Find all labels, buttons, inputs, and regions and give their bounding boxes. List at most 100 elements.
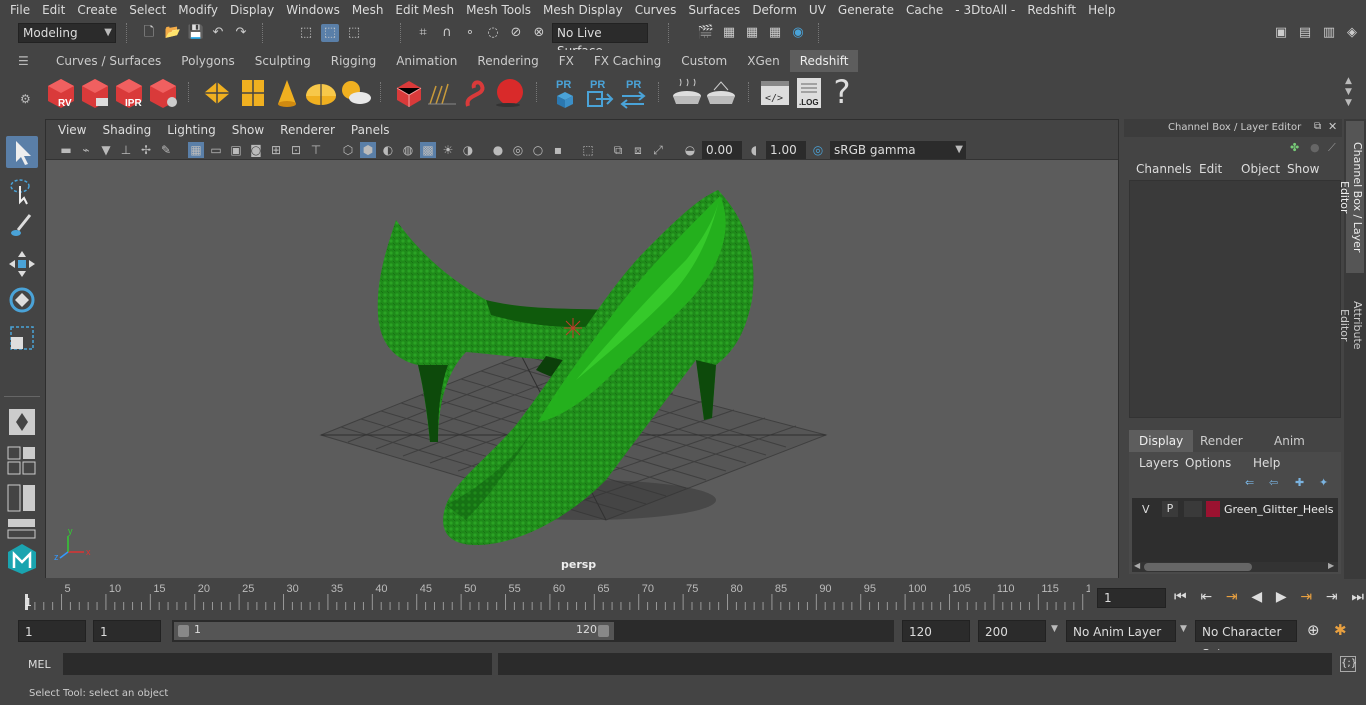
layers-menu[interactable]: Layers [1139, 456, 1179, 470]
chevron-down-icon[interactable]: ▼ [1051, 624, 1058, 634]
redo-icon[interactable]: ↷ [232, 24, 250, 42]
menu-edit[interactable]: Edit [36, 0, 71, 20]
help-menu[interactable]: Help [1253, 456, 1280, 470]
isolate-select-icon[interactable]: ⬚ [580, 142, 596, 158]
options-menu[interactable]: Options [1185, 456, 1231, 470]
render-frame-icon[interactable]: ▦ [720, 24, 738, 42]
character-set-dropdown[interactable]: No Character Set [1195, 620, 1297, 661]
redshift-portal-light-icon[interactable] [236, 76, 270, 110]
layer-scrollbar[interactable]: ◀ ▶ [1132, 561, 1338, 572]
soft-select-tool[interactable] [6, 406, 38, 438]
float-panel-icon[interactable]: ⧉ [1314, 121, 1321, 132]
redshift-ipr-icon[interactable]: IPR [112, 76, 146, 110]
film-gate-icon[interactable]: ▭ [208, 142, 224, 158]
shelf-tab-custom[interactable]: Custom [671, 50, 738, 72]
redshift-physical-light-icon[interactable] [270, 76, 304, 110]
wireframe-icon[interactable]: ⬡ [340, 142, 356, 158]
select-tool[interactable] [6, 136, 38, 168]
wireframe-on-shaded-icon[interactable]: ◍ [400, 142, 416, 158]
channel-box-sync-icon[interactable]: ● [1310, 141, 1320, 154]
tab-attribute-editor[interactable]: Attribute Editor [1338, 279, 1364, 371]
menu-windows[interactable]: Windows [280, 0, 346, 20]
shelf-tab-xgen[interactable]: XGen [737, 50, 790, 72]
redshift-pr-mesh-icon[interactable]: PR [548, 76, 582, 110]
hypershade-icon[interactable]: ◉ [789, 24, 807, 42]
move-tool[interactable] [6, 248, 38, 280]
redshift-render-sequence-icon[interactable] [78, 76, 112, 110]
image-plane-icon[interactable]: ⊥ [118, 142, 134, 158]
shelf-tab-rigging[interactable]: Rigging [320, 50, 387, 72]
menu-cache[interactable]: Cache [900, 0, 949, 20]
redshift-bake-icon[interactable] [670, 76, 704, 110]
menu-mesh-display[interactable]: Mesh Display [537, 0, 629, 20]
shelf-tab-rendering[interactable]: Rendering [467, 50, 549, 72]
redshift-script-icon[interactable]: </> [758, 76, 792, 110]
viewport-menu-renderer[interactable]: Renderer [272, 123, 343, 137]
redshift-pr-export-icon[interactable]: PR [582, 76, 616, 110]
gamma-icon[interactable]: ◖ [746, 142, 762, 158]
redshift-dome-light-icon[interactable] [304, 76, 338, 110]
tab-render[interactable]: Render [1190, 430, 1253, 452]
step-forward-frame-icon[interactable]: ⇥ [1300, 589, 1312, 605]
xray-active-components-icon[interactable]: ⤢ [650, 142, 666, 158]
redshift-area-light-icon[interactable] [200, 76, 234, 110]
auto-key-icon[interactable]: ⊕ [1307, 621, 1320, 639]
exposure-field[interactable]: 0.00 [702, 141, 742, 159]
scale-tool[interactable] [6, 322, 38, 354]
mode-dropdown[interactable]: Modeling ▼ [18, 23, 116, 43]
menu-mesh[interactable]: Mesh [346, 0, 390, 20]
object-menu[interactable]: Object [1241, 162, 1280, 176]
menu-edit-mesh[interactable]: Edit Mesh [389, 0, 460, 20]
toggle-attribute-editor-icon[interactable]: ▥ [1320, 24, 1338, 42]
show-menu[interactable]: Show [1287, 162, 1319, 176]
chevron-down-icon[interactable]: ▼ [1180, 624, 1187, 634]
display-type-toggle[interactable] [1184, 501, 1202, 517]
xray-joints-icon[interactable]: ⧈ [630, 142, 646, 158]
animation-start-field[interactable]: 1 [18, 620, 86, 642]
menu-deform[interactable]: Deform [746, 0, 803, 20]
snap-curve-icon[interactable]: ∩ [438, 24, 456, 42]
open-scene-icon[interactable]: 📂 [164, 24, 182, 42]
snap-live-icon[interactable]: ⊘ [507, 24, 525, 42]
menu-generate[interactable]: Generate [832, 0, 900, 20]
viewport-menu-lighting[interactable]: Lighting [159, 123, 224, 137]
range-slider-track[interactable]: 1 120 [172, 620, 894, 642]
animation-preferences-icon[interactable]: ✱ [1334, 621, 1347, 639]
grease-pencil-icon[interactable]: ✎ [158, 142, 174, 158]
time-slider[interactable]: 5 10 15 20 25 30 35 40 45 50 55 60 65 70 75 80 85 90 95 100… [18, 580, 1090, 612]
layer-name[interactable]: Green_Glitter_Heels [1224, 503, 1333, 516]
shelf-menu-icon[interactable]: ☰ [18, 55, 38, 67]
menu-uv[interactable]: UV [803, 0, 832, 20]
ambient-occlusion-icon[interactable]: ● [490, 142, 506, 158]
use-all-lights-icon[interactable]: ☀ [440, 142, 456, 158]
current-frame-field[interactable]: 1 [1097, 588, 1166, 608]
safe-action-icon[interactable]: ⊡ [288, 142, 304, 158]
redshift-log-icon[interactable]: .LOG [792, 76, 826, 110]
snap-view-plane-icon[interactable]: ◌ [484, 24, 502, 42]
layer-row[interactable]: V P Green_Glitter_Heels [1132, 500, 1338, 520]
live-surface-field[interactable]: No Live Surface [552, 23, 648, 58]
scroll-right-icon[interactable]: ▶ [1328, 561, 1334, 570]
field-chart-icon[interactable]: ⊞ [268, 142, 284, 158]
paint-select-tool[interactable] [6, 210, 38, 242]
close-icon[interactable]: ✕ [1328, 120, 1337, 133]
layout-four-pane[interactable] [6, 444, 38, 476]
redshift-volume-icon[interactable] [492, 76, 526, 110]
shelf-tab-fx[interactable]: FX [548, 50, 584, 72]
menu-mesh-tools[interactable]: Mesh Tools [460, 0, 537, 20]
undo-icon[interactable]: ↶ [209, 24, 227, 42]
redshift-sun-sky-icon[interactable] [338, 76, 372, 110]
2d-pan-icon[interactable]: ✢ [138, 142, 154, 158]
menu-help[interactable]: Help [1082, 0, 1121, 20]
grid-toggle-icon[interactable]: ▦ [188, 142, 204, 158]
snap-grid-icon[interactable]: ⌗ [414, 24, 432, 42]
animation-end-field[interactable]: 200 [978, 620, 1046, 642]
select-by-hierarchy-icon[interactable]: ⬚ [297, 24, 315, 42]
go-to-end-icon[interactable]: ⏭ [1351, 589, 1364, 605]
snap-surface-icon[interactable]: ⊗ [530, 24, 548, 42]
anti-aliasing-icon[interactable]: ○ [530, 142, 546, 158]
playback-toggle[interactable]: P [1162, 501, 1178, 517]
safe-title-icon[interactable]: ⊤ [308, 142, 324, 158]
command-input[interactable] [63, 653, 492, 675]
camera-attributes-icon[interactable]: ⌁ [78, 142, 94, 158]
